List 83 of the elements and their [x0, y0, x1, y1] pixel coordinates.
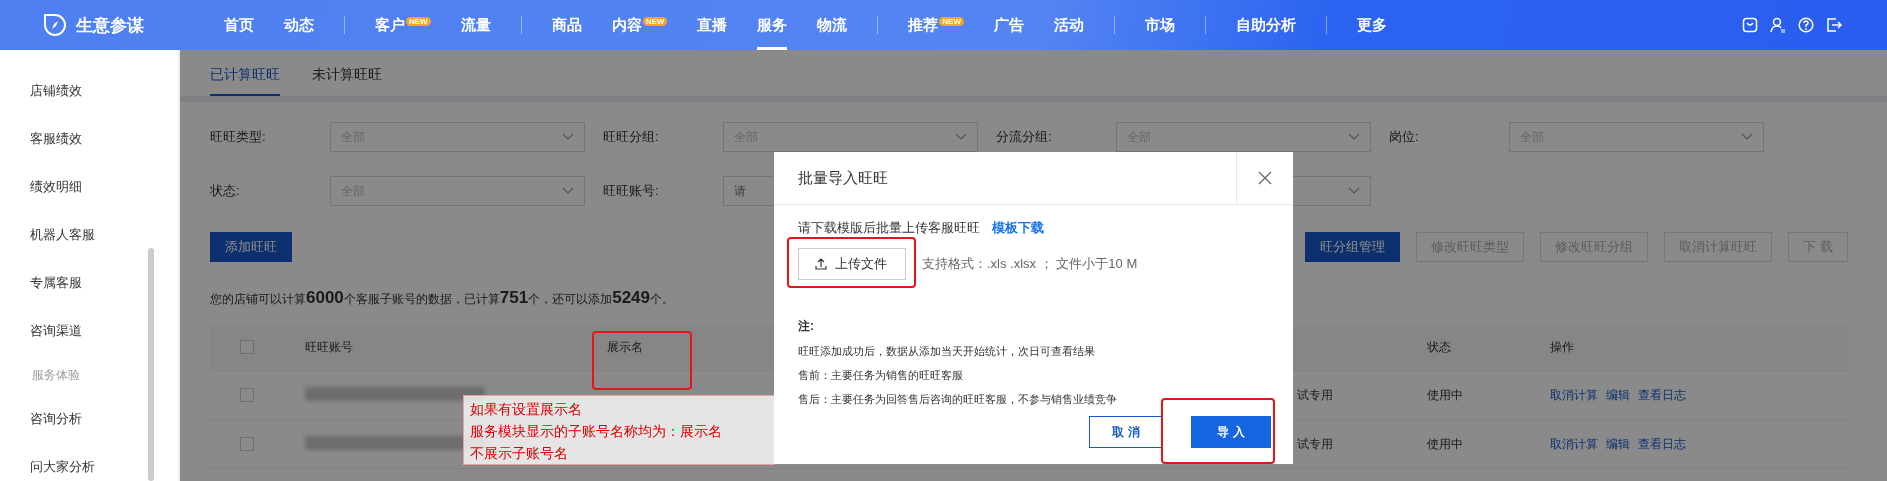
- column-header: 展示名: [607, 338, 643, 356]
- instruction-text: 请下载模版后批量上传客服旺旺: [798, 219, 980, 237]
- format-hint: 支持格式：.xls .xlsx ； 文件小于10 M: [922, 255, 1138, 273]
- note-text: 售前：主要任务为销售的旺旺客服: [798, 368, 964, 383]
- dialog-title: 批量导入旺旺: [797, 168, 889, 188]
- column-header: 旺旺账号: [305, 338, 353, 356]
- action-button[interactable]: 旺分组管理: [1305, 232, 1401, 262]
- nav-tab[interactable]: 广告: [994, 0, 1024, 50]
- chevron-down-icon: [955, 133, 967, 141]
- sidebar-section-heading: 服务体验: [31, 367, 81, 384]
- filter-label: 分流分组:: [996, 128, 1053, 146]
- chevron-down-icon: [1348, 133, 1360, 141]
- nav-tab[interactable]: 自助分析: [1236, 0, 1296, 50]
- annotation-text: 不展示子账号名: [470, 444, 568, 463]
- sidebar-item[interactable]: 客服绩效: [0, 115, 178, 163]
- nav-tab[interactable]: 流量: [460, 0, 491, 50]
- logout-icon[interactable]: [1826, 17, 1842, 33]
- sidebar-item[interactable]: 机器人客服: [0, 211, 178, 259]
- cancel-button[interactable]: 取 消: [1089, 416, 1163, 448]
- column-header: 状态: [1427, 338, 1451, 356]
- nav-tab[interactable]: 商品: [551, 0, 582, 50]
- filter-label: 旺旺类型:: [210, 128, 267, 146]
- row-action-link[interactable]: 取消计算: [1550, 386, 1598, 404]
- close-icon[interactable]: [1258, 171, 1272, 185]
- checkbox[interactable]: [240, 437, 254, 451]
- nav-tab[interactable]: 服务: [757, 0, 788, 50]
- import-button[interactable]: 导 入: [1191, 416, 1271, 448]
- brand-name: 生意参谋: [76, 14, 144, 37]
- nav-tab[interactable]: 推荐 $^{NEW}$: [908, 0, 964, 50]
- table-cell: 试专用: [1297, 435, 1333, 453]
- row-action-link[interactable]: 查看日志: [1638, 435, 1686, 453]
- chevron-down-icon: [562, 133, 574, 141]
- help-icon[interactable]: [1798, 17, 1814, 33]
- filter-label: 旺旺分组:: [603, 128, 660, 146]
- quota-text: 您的店铺可以计算6000个客服子账号的数据，已计算751个，还可以添加5249个。: [210, 288, 676, 308]
- row-action-link[interactable]: 编辑: [1606, 435, 1630, 453]
- filter-label: 旺旺账号:: [603, 182, 660, 200]
- chevron-down-icon: [1348, 187, 1360, 195]
- nav-tab[interactable]: 内容 $^{NEW}$: [611, 0, 668, 50]
- upload-button[interactable]: 上传文件: [798, 248, 906, 280]
- table-cell: 使用中: [1427, 386, 1463, 404]
- new-badge: NEW: [406, 17, 431, 26]
- row-action-link[interactable]: 编辑: [1606, 386, 1630, 404]
- new-badge: NEW: [939, 17, 964, 26]
- sidebar-item[interactable]: 咨询渠道: [0, 307, 178, 355]
- sidebar-item[interactable]: 专属客服: [0, 259, 178, 307]
- nav-tab[interactable]: 首页: [224, 0, 254, 50]
- scrollbar-thumb[interactable]: [148, 248, 154, 481]
- nav-tab[interactable]: 客户 $^{NEW}$: [375, 0, 431, 50]
- column-header: 操作: [1550, 338, 1574, 356]
- user-icon[interactable]: [1770, 17, 1786, 33]
- note-text: 旺旺添加成功后，数据从添加当天开始统计，次日可查看结果: [798, 344, 1096, 359]
- chevron-down-icon: [1741, 133, 1753, 141]
- table-cell: 试专用: [1297, 386, 1333, 404]
- tab[interactable]: 未计算旺旺: [312, 66, 382, 96]
- sidebar-item[interactable]: 绩效明细: [0, 163, 178, 211]
- checkbox[interactable]: [240, 388, 254, 402]
- row-action-link[interactable]: 查看日志: [1638, 386, 1686, 404]
- message-icon[interactable]: [1742, 17, 1758, 33]
- template-download-link[interactable]: 模板下载: [992, 219, 1044, 237]
- table-cell: 使用中: [1427, 435, 1463, 453]
- compass-logo-icon: [44, 14, 66, 36]
- nav-tab[interactable]: 直播: [697, 0, 728, 50]
- nav-tab[interactable]: 活动: [1054, 0, 1084, 50]
- note-title: 注:: [798, 318, 815, 335]
- nav-tab[interactable]: 更多: [1357, 0, 1387, 50]
- filter-label: 状态:: [210, 182, 241, 200]
- sidebar-item[interactable]: 店铺绩效: [0, 67, 178, 115]
- sidebar-item[interactable]: 问大家分析: [0, 443, 178, 481]
- sidebar-item[interactable]: 咨询分析: [0, 395, 178, 443]
- checkbox[interactable]: [240, 340, 254, 354]
- chevron-down-icon: [562, 187, 574, 195]
- annotation-text: 服务模块显示的子账号名称均为：展示名: [470, 422, 722, 441]
- new-badge: NEW: [642, 17, 668, 26]
- row-action-link[interactable]: 取消计算: [1550, 435, 1598, 453]
- add-button[interactable]: 添加旺旺: [210, 232, 292, 262]
- nav-tab[interactable]: 市场: [1145, 0, 1175, 50]
- nav-tab[interactable]: 物流: [817, 0, 848, 50]
- nav-tab[interactable]: 动态: [284, 0, 314, 50]
- note-text: 售后：主要任务为回答售后咨询的旺旺客服，不参与销售业绩竞争: [798, 392, 1118, 407]
- filter-label: 岗位:: [1389, 128, 1420, 146]
- annotation-text: 如果有设置展示名: [470, 400, 582, 419]
- upload-icon: [815, 258, 827, 270]
